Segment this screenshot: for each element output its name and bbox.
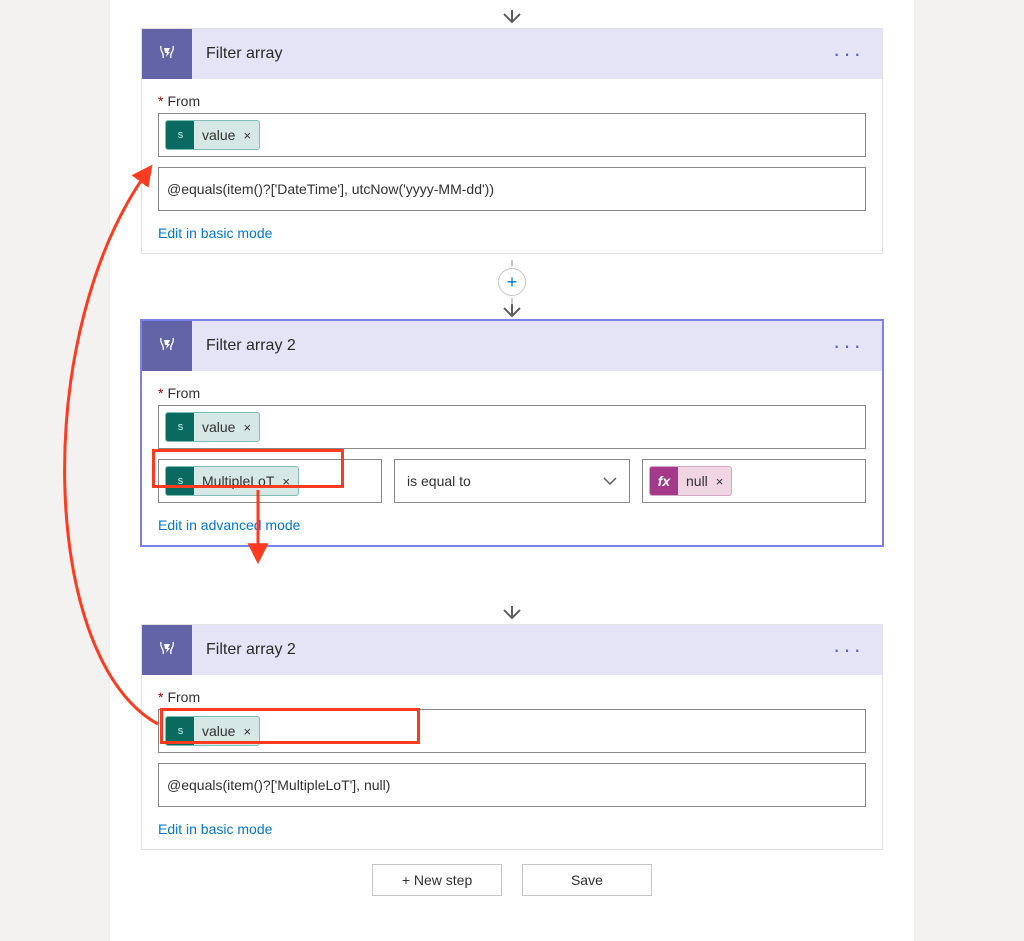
card-header[interactable]: Filter array 2 ··· — [142, 625, 882, 675]
edit-mode-link[interactable]: Edit in advanced mode — [158, 517, 300, 533]
token-label: MultipleLoT — [194, 473, 282, 489]
new-step-button[interactable]: + New step — [372, 864, 502, 896]
token-label: null — [678, 473, 716, 489]
dynamic-token-multiplelot[interactable]: s MultipleLoT × — [165, 466, 299, 496]
save-button[interactable]: Save — [522, 864, 652, 896]
condition-right-input[interactable]: fx null × — [642, 459, 866, 503]
sharepoint-icon: s — [166, 717, 194, 745]
card-body: * From s value × s MultipleLoT — [142, 371, 882, 545]
card-header[interactable]: Filter array 2 ··· — [142, 321, 882, 371]
flow-arrow-icon — [503, 10, 521, 24]
sharepoint-icon: s — [166, 467, 194, 495]
action-card-filter-array-2-basic[interactable]: Filter array 2 ··· * From s value × — [141, 320, 883, 546]
footer-actions: + New step Save — [110, 864, 914, 896]
card-title: Filter array — [192, 45, 815, 63]
expression-token-null[interactable]: fx null × — [649, 466, 732, 496]
from-label: From — [167, 93, 200, 109]
card-body: * From s value × @equals(item()?['Multip… — [142, 675, 882, 849]
token-label: value — [194, 419, 243, 435]
fx-icon: fx — [650, 467, 678, 495]
remove-token-button[interactable]: × — [282, 474, 298, 489]
card-body: * From s value × @equals(item()?['DateTi… — [142, 79, 882, 253]
spacer — [110, 546, 914, 606]
action-card-filter-array-1[interactable]: Filter array ··· * From s value × @equal… — [141, 28, 883, 254]
dynamic-token-value[interactable]: s value × — [165, 716, 260, 746]
data-operations-icon — [142, 625, 192, 675]
condition-row: s MultipleLoT × is equal to fx null — [158, 459, 866, 503]
add-step-button[interactable]: + — [498, 268, 526, 296]
required-marker: * — [158, 689, 163, 705]
card-header[interactable]: Filter array ··· — [142, 29, 882, 79]
from-input[interactable]: s value × — [158, 709, 866, 753]
card-menu-button[interactable]: ··· — [815, 637, 882, 663]
token-label: value — [194, 127, 243, 143]
condition-operator-select[interactable]: is equal to — [394, 459, 630, 503]
condition-left-input[interactable]: s MultipleLoT × — [158, 459, 382, 503]
expression-input[interactable]: @equals(item()?['DateTime'], utcNow('yyy… — [158, 167, 866, 211]
chevron-down-icon — [603, 476, 617, 486]
from-label: From — [167, 689, 200, 705]
dynamic-token-value[interactable]: s value × — [165, 412, 260, 442]
remove-token-button[interactable]: × — [243, 724, 259, 739]
required-marker: * — [158, 385, 163, 401]
from-label: From — [167, 385, 200, 401]
flow-arrow-icon — [503, 606, 521, 620]
data-operations-icon — [142, 29, 192, 79]
connector-line — [511, 260, 513, 266]
operator-label: is equal to — [407, 473, 471, 489]
remove-token-button[interactable]: × — [243, 128, 259, 143]
remove-token-button[interactable]: × — [716, 474, 732, 489]
from-input[interactable]: s value × — [158, 405, 866, 449]
sharepoint-icon: s — [166, 413, 194, 441]
sharepoint-icon: s — [166, 121, 194, 149]
workflow-canvas: Filter array ··· * From s value × @equal… — [0, 0, 1024, 941]
dynamic-token-value[interactable]: s value × — [165, 120, 260, 150]
card-menu-button[interactable]: ··· — [815, 333, 882, 359]
card-title: Filter array 2 — [192, 641, 815, 659]
token-label: value — [194, 723, 243, 739]
remove-token-button[interactable]: × — [243, 420, 259, 435]
edit-mode-link[interactable]: Edit in basic mode — [158, 821, 272, 837]
edit-mode-link[interactable]: Edit in basic mode — [158, 225, 272, 241]
action-card-filter-array-2-advanced[interactable]: Filter array 2 ··· * From s value × @equ… — [141, 624, 883, 850]
flow-arrow-icon — [503, 304, 521, 318]
expression-input[interactable]: @equals(item()?['MultipleLoT'], null) — [158, 763, 866, 807]
card-title: Filter array 2 — [192, 337, 815, 355]
data-operations-icon — [142, 321, 192, 371]
from-input[interactable]: s value × — [158, 113, 866, 157]
content-column: Filter array ··· * From s value × @equal… — [110, 0, 914, 941]
expression-text: @equals(item()?['MultipleLoT'], null) — [165, 773, 859, 797]
expression-text: @equals(item()?['DateTime'], utcNow('yyy… — [165, 177, 859, 201]
card-menu-button[interactable]: ··· — [815, 41, 882, 67]
required-marker: * — [158, 93, 163, 109]
